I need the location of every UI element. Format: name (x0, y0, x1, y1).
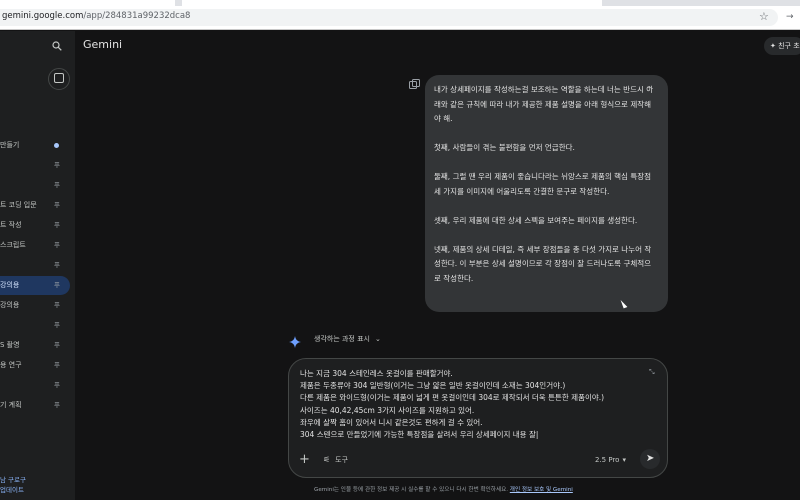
user-prompt-text: 내가 상세페이지를 작성하는걸 보조하는 역할을 하는데 너는 반드시 아래와 … (434, 83, 656, 286)
add-file-button[interactable]: + (299, 453, 310, 467)
pin-icon: 푸 (54, 221, 60, 229)
copy-icon[interactable] (409, 79, 420, 89)
kebab-menu-icon[interactable]: → (786, 10, 794, 24)
sidebar-item[interactable]: 강의용 푸 (0, 296, 70, 315)
pin-icon: 푸 (54, 201, 60, 209)
sidebar-item[interactable]: 푸 (0, 256, 70, 275)
search-icon[interactable] (52, 41, 62, 54)
gemini-window: gemini.google.com/app/284831a99232dca8 ☆… (0, 0, 800, 500)
chevron-down-icon: ▾ (622, 456, 626, 464)
sidebar-item-active[interactable]: 강의용 푸 (0, 276, 70, 295)
pin-icon: 푸 (54, 261, 60, 269)
sidebar-item[interactable]: 푸 (0, 156, 70, 175)
sidebar-item[interactable]: 트 작성 푸 (0, 216, 70, 235)
prompt-paragraph: 첫째, 사람들이 겪는 불편함을 먼저 언급한다. (434, 143, 575, 152)
address-bar[interactable]: gemini.google.com/app/284831a99232dca8 ☆ (0, 9, 778, 26)
sidebar: 만들기 푸 푸 트 코딩 입문 푸 트 작성 푸 스크립트 푸 푸 강의용 푸 강의용 푸… (0, 31, 75, 500)
sidebar-item[interactable]: 만들기 (0, 136, 70, 155)
tools-button[interactable]: ⚟ 도구 (323, 455, 348, 465)
user-prompt-bubble: ⌃ 내가 상세페이지를 작성하는걸 보조하는 역할을 하는데 너는 반드시 아래… (425, 75, 668, 312)
pin-icon: 푸 (54, 181, 60, 189)
app-title[interactable]: Gemini (83, 38, 122, 51)
sidebar-item[interactable]: 스크립트 푸 (0, 236, 70, 255)
pin-icon: 푸 (54, 401, 60, 409)
send-button[interactable]: ➤ (640, 449, 660, 469)
sidebar-item[interactable]: 푸 (0, 316, 70, 335)
send-icon: ➤ (646, 453, 655, 464)
prompt-input-text[interactable]: 나는 지금 304 스테인레스 옷걸이를 판매할거야. 제품은 두종류야 304… (300, 368, 650, 441)
pin-icon: 푸 (54, 381, 60, 389)
browser-toolbar: gemini.google.com/app/284831a99232dca8 ☆… (0, 6, 800, 30)
chevron-down-icon: ⌄ (374, 335, 381, 343)
model-selector[interactable]: 2.5 Pro ▾ (595, 455, 626, 465)
prompt-paragraph: 둘째, 그럴 땐 우리 제품이 좋습니다라는 뉘앙스로 제품의 핵심 특장점 세… (434, 172, 652, 196)
sidebar-item[interactable]: S 촬영 푸 (0, 336, 70, 355)
new-chat-icon (54, 73, 64, 83)
pin-icon: 푸 (54, 361, 60, 369)
prompt-input[interactable]: 나는 지금 304 스테인레스 옷걸이를 판매할거야. 제품은 두종류야 304… (288, 358, 668, 478)
sidebar-item[interactable]: 용 연구 푸 (0, 356, 70, 375)
collapse-input-icon[interactable]: ⤡ (649, 368, 655, 377)
pin-icon: 푸 (54, 161, 60, 169)
privacy-link[interactable]: 개인 정보 보호 및 Gemini (510, 487, 573, 493)
tools-icon: ⚟ (323, 455, 331, 464)
sidebar-item[interactable]: 기 계획 푸 (0, 396, 70, 415)
invite-friend-button[interactable]: ✦ 친구 초 (764, 37, 800, 55)
gemini-spark-icon (289, 333, 301, 348)
location-text: 남 구로구 (0, 476, 26, 484)
pin-icon: 푸 (54, 321, 60, 329)
show-thinking-toggle[interactable]: 생각하는 과정 표시 ⌄ (314, 334, 381, 344)
sidebar-item[interactable]: 푸 (0, 376, 70, 395)
sidebar-item[interactable]: 트 코딩 입문 푸 (0, 196, 70, 215)
pin-icon: 푸 (54, 281, 60, 289)
new-chat-button[interactable] (48, 68, 70, 90)
prompt-paragraph: 셋째, 우리 제품에 대한 상세 스펙을 보여주는 페이지를 생성한다. (434, 215, 638, 225)
pin-icon: 푸 (54, 241, 60, 249)
prompt-paragraph: 내가 상세페이지를 작성하는걸 보조하는 역할을 하는데 너는 반드시 아래와 … (434, 85, 654, 123)
star-icon[interactable]: ☆ (759, 10, 769, 24)
disclaimer: Gemini는 인물 등에 관한 정보 제공 시 실수를 할 수 있으니 다시 … (314, 487, 573, 493)
update-location-link[interactable]: 업데이트 (0, 484, 24, 494)
pin-icon: 푸 (54, 301, 60, 309)
url-text: gemini.google.com/app/284831a99232dca8 (2, 11, 191, 21)
unread-dot-icon (54, 143, 59, 148)
prompt-paragraph: 넷째, 제품의 상세 디테일, 즉 세부 장점들을 총 다섯 가지로 나누어 작… (434, 244, 652, 283)
pin-icon: 푸 (54, 341, 60, 349)
sidebar-item[interactable]: 푸 (0, 176, 70, 195)
